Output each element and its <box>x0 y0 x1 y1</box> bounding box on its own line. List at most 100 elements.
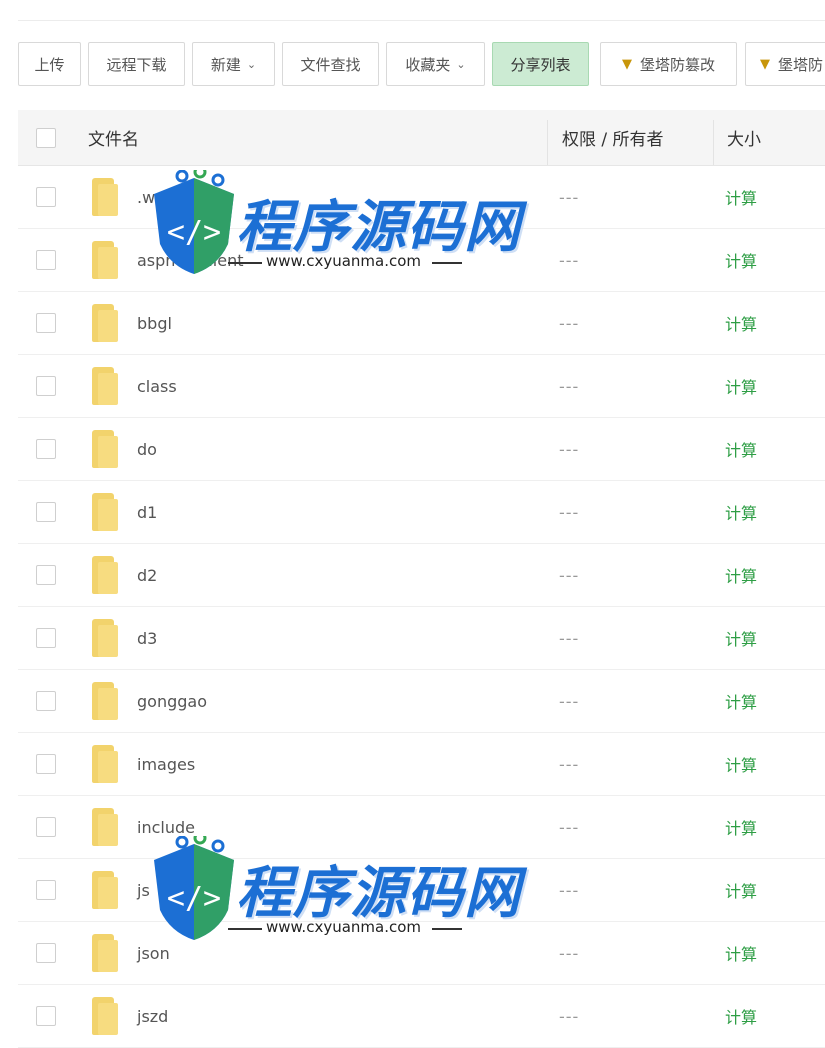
file-search-label: 文件查找 <box>300 55 361 74</box>
file-name[interactable]: d2 <box>137 544 157 606</box>
calculate-size-link[interactable]: 计算 <box>725 985 757 1047</box>
upload-button[interactable]: 上传 <box>18 42 81 86</box>
tamper-proof-button-2[interactable]: ▼ 堡塔防 <box>745 42 825 86</box>
upload-label: 上传 <box>34 55 65 74</box>
row-select-cell <box>36 796 56 858</box>
watermark-line <box>432 928 462 930</box>
table-row[interactable]: d3 --- 计算 <box>18 607 825 670</box>
calculate-size-link[interactable]: 计算 <box>725 670 757 732</box>
calculate-size-link[interactable]: 计算 <box>725 418 757 480</box>
table-row[interactable]: images --- 计算 <box>18 733 825 796</box>
file-permission: --- <box>559 376 580 396</box>
calculate-size-link[interactable]: 计算 <box>725 796 757 858</box>
row-checkbox[interactable] <box>36 628 56 648</box>
diamond-icon: ▼ <box>621 56 632 72</box>
row-select-cell <box>36 481 56 543</box>
file-name[interactable]: jszd <box>137 985 168 1047</box>
row-checkbox[interactable] <box>36 1006 56 1026</box>
file-name[interactable]: gonggao <box>137 670 207 732</box>
column-divider <box>713 120 714 165</box>
header-size[interactable]: 大小 <box>727 110 761 165</box>
row-checkbox[interactable] <box>36 565 56 585</box>
row-checkbox[interactable] <box>36 880 56 900</box>
file-permission: --- <box>559 565 580 585</box>
row-checkbox[interactable] <box>36 691 56 711</box>
row-select-cell <box>36 922 56 984</box>
row-checkbox[interactable] <box>36 313 56 333</box>
file-permission: --- <box>559 880 580 900</box>
share-list-button[interactable]: 分享列表 <box>492 42 589 86</box>
calculate-size-link[interactable]: 计算 <box>725 859 757 921</box>
table-row[interactable]: do --- 计算 <box>18 418 825 481</box>
column-divider <box>547 120 548 165</box>
row-checkbox[interactable] <box>36 439 56 459</box>
tamper-proof-button[interactable]: ▼ 堡塔防篡改 <box>600 42 737 86</box>
file-permission: --- <box>559 439 580 459</box>
file-name[interactable]: d1 <box>137 481 157 543</box>
calculate-size-link[interactable]: 计算 <box>725 544 757 606</box>
table-row[interactable]: gonggao --- 计算 <box>18 670 825 733</box>
favorites-label: 收藏夹 <box>405 55 451 74</box>
calculate-size-link[interactable]: 计算 <box>725 229 757 291</box>
watermark-line <box>228 928 262 930</box>
file-search-button[interactable]: 文件查找 <box>282 42 379 86</box>
file-permission: --- <box>559 313 580 333</box>
calculate-size-link[interactable]: 计算 <box>725 481 757 543</box>
table-row[interactable]: d2 --- 计算 <box>18 544 825 607</box>
watermark-brand: 程序源码网 <box>236 861 521 926</box>
folder-icon <box>90 670 118 732</box>
watermark-line <box>432 262 462 264</box>
calculate-size-link[interactable]: 计算 <box>725 922 757 984</box>
row-checkbox[interactable] <box>36 376 56 396</box>
header-name[interactable]: 文件名 <box>88 110 139 165</box>
file-name[interactable]: images <box>137 733 195 795</box>
select-all-cell <box>36 110 56 165</box>
table-row[interactable]: class --- 计算 <box>18 355 825 418</box>
new-dropdown-button[interactable]: 新建 ⌄ <box>192 42 275 86</box>
calculate-size-link[interactable]: 计算 <box>725 355 757 417</box>
table-row[interactable]: d1 --- 计算 <box>18 481 825 544</box>
select-all-checkbox[interactable] <box>36 127 56 148</box>
toolbar: 上传 远程下载 新建 ⌄ 文件查找 收藏夹 ⌄ 分享列表 ▼ 堡塔防篡改 ▼ 堡塔防 <box>18 42 825 88</box>
remote-download-button[interactable]: 远程下载 <box>88 42 185 86</box>
table-row[interactable]: jszd --- 计算 <box>18 985 825 1048</box>
folder-icon <box>90 292 118 354</box>
row-checkbox[interactable] <box>36 187 56 207</box>
chevron-down-icon: ⌄ <box>456 57 466 71</box>
row-select-cell <box>36 418 56 480</box>
calculate-size-link[interactable]: 计算 <box>725 166 757 228</box>
watermark: </> 程序源码网 www.cxyuanma.com <box>148 818 520 988</box>
file-name[interactable]: class <box>137 355 177 417</box>
row-checkbox[interactable] <box>36 943 56 963</box>
calculate-size-link[interactable]: 计算 <box>725 292 757 354</box>
row-select-cell <box>36 733 56 795</box>
row-select-cell <box>36 292 56 354</box>
file-permission: --- <box>559 502 580 522</box>
row-select-cell <box>36 229 56 291</box>
remote-download-label: 远程下载 <box>106 55 167 74</box>
calculate-size-link[interactable]: 计算 <box>725 733 757 795</box>
row-checkbox[interactable] <box>36 250 56 270</box>
file-permission: --- <box>559 691 580 711</box>
header-permission[interactable]: 权限 / 所有者 <box>562 110 664 165</box>
row-checkbox[interactable] <box>36 502 56 522</box>
favorites-dropdown-button[interactable]: 收藏夹 ⌄ <box>386 42 485 86</box>
file-permission: --- <box>559 628 580 648</box>
folder-icon <box>90 229 118 291</box>
file-permission: --- <box>559 187 580 207</box>
row-checkbox[interactable] <box>36 754 56 774</box>
row-select-cell <box>36 607 56 669</box>
file-permission: --- <box>559 1006 580 1026</box>
new-label: 新建 <box>210 55 241 74</box>
watermark-brand: 程序源码网 <box>236 195 521 260</box>
calculate-size-link[interactable]: 计算 <box>725 607 757 669</box>
row-select-cell <box>36 985 56 1047</box>
watermark: </> 程序源码网 www.cxyuanma.com <box>148 152 520 322</box>
file-name[interactable]: do <box>137 418 157 480</box>
file-name[interactable]: d3 <box>137 607 157 669</box>
row-select-cell <box>36 670 56 732</box>
diamond-icon: ▼ <box>760 56 770 72</box>
folder-icon <box>90 418 118 480</box>
row-checkbox[interactable] <box>36 817 56 837</box>
folder-icon <box>90 481 118 543</box>
